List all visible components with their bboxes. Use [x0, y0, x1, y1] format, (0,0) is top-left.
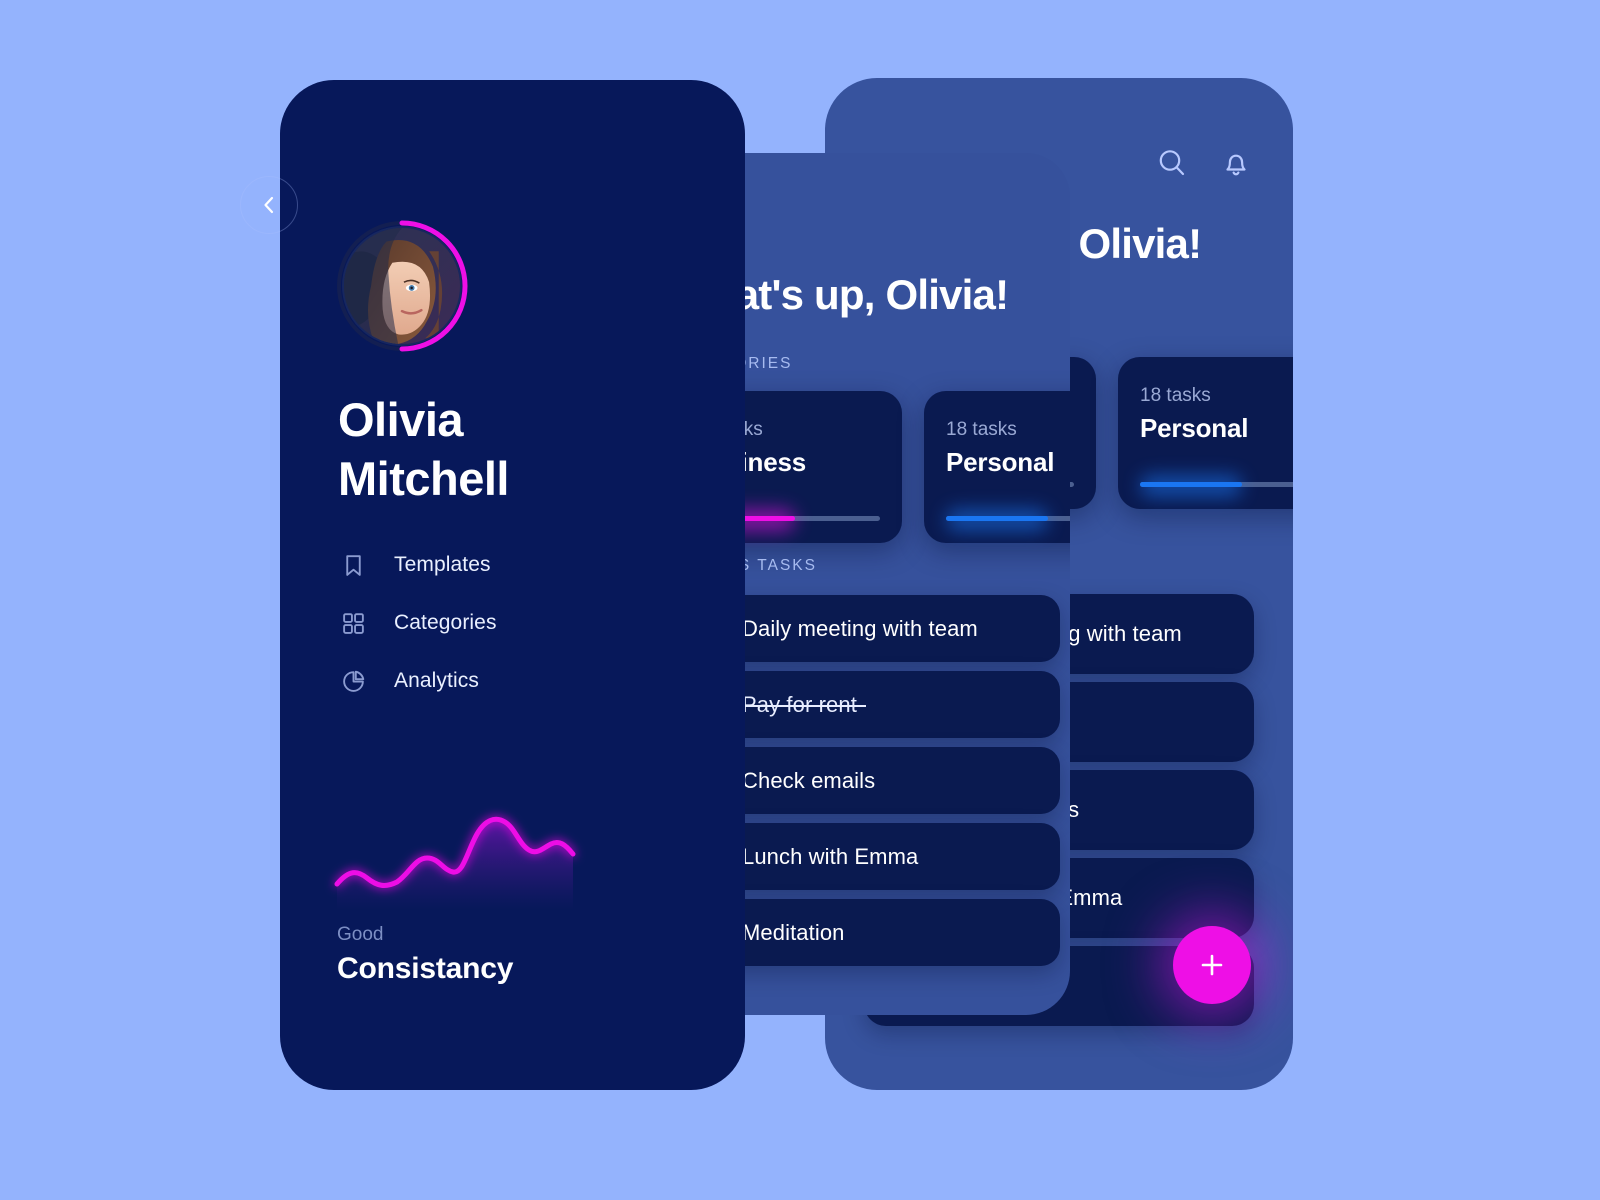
category-task-count: 18 tasks	[1140, 385, 1211, 406]
back-button[interactable]	[240, 176, 298, 234]
task-label: Meditation	[742, 919, 845, 945]
sidebar-item-templates[interactable]: Templates	[338, 545, 658, 585]
stat-subtitle: Good	[337, 924, 384, 945]
category-card-personal[interactable]: 18 tasks Personal	[924, 391, 1070, 543]
header-actions	[1155, 146, 1253, 180]
grid-icon	[338, 608, 368, 638]
category-progress-track	[946, 509, 1070, 531]
avatar-photo	[342, 226, 462, 346]
bell-icon[interactable]	[1219, 146, 1253, 180]
category-task-count: 18 tasks	[946, 419, 1017, 440]
category-card-personal[interactable]: 18 tasks Personal	[1118, 357, 1293, 509]
phone-left: Olivia Mitchell Templates Categories Ana…	[280, 80, 745, 1090]
category-progress-fill	[1140, 482, 1242, 487]
task-label: Pay for rent	[733, 691, 866, 717]
sidebar-nav: Templates Categories Analytics	[338, 545, 658, 719]
sidebar-item-analytics[interactable]: Analytics	[338, 661, 658, 701]
category-name: Personal	[946, 447, 1055, 477]
category-name: Personal	[1140, 413, 1249, 443]
task-label: Lunch with Emma	[742, 843, 919, 869]
profile-first-name: Olivia	[338, 393, 464, 446]
consistency-sparkline-chart	[334, 800, 585, 910]
profile-drawer-screen: Olivia Mitchell Templates Categories Ana…	[280, 80, 745, 1090]
task-label: Check emails	[742, 767, 876, 793]
sidebar-item-categories[interactable]: Categories	[338, 603, 658, 643]
task-label: Daily meeting with team	[742, 615, 978, 641]
search-icon[interactable]	[1155, 146, 1189, 180]
profile-last-name: Mitchell	[338, 452, 509, 506]
sidebar-item-label: Templates	[394, 553, 491, 576]
chevron-left-icon	[264, 196, 274, 214]
page-title: Olivia Mitchell	[338, 390, 638, 508]
stat-title: Consistancy	[337, 952, 514, 985]
add-task-button[interactable]	[1173, 926, 1251, 1004]
sidebar-item-label: Analytics	[394, 669, 479, 692]
bookmark-icon	[338, 550, 368, 580]
category-progress-fill	[946, 516, 1048, 521]
plus-icon	[1201, 954, 1223, 976]
sidebar-item-label: Categories	[394, 611, 497, 634]
pie-chart-icon	[338, 666, 368, 696]
screenshot-stage: What's up, Olivia! CATEGORIES 40 tasks B…	[0, 0, 1600, 1200]
category-progress-track	[1140, 475, 1293, 497]
avatar[interactable]	[337, 220, 468, 352]
